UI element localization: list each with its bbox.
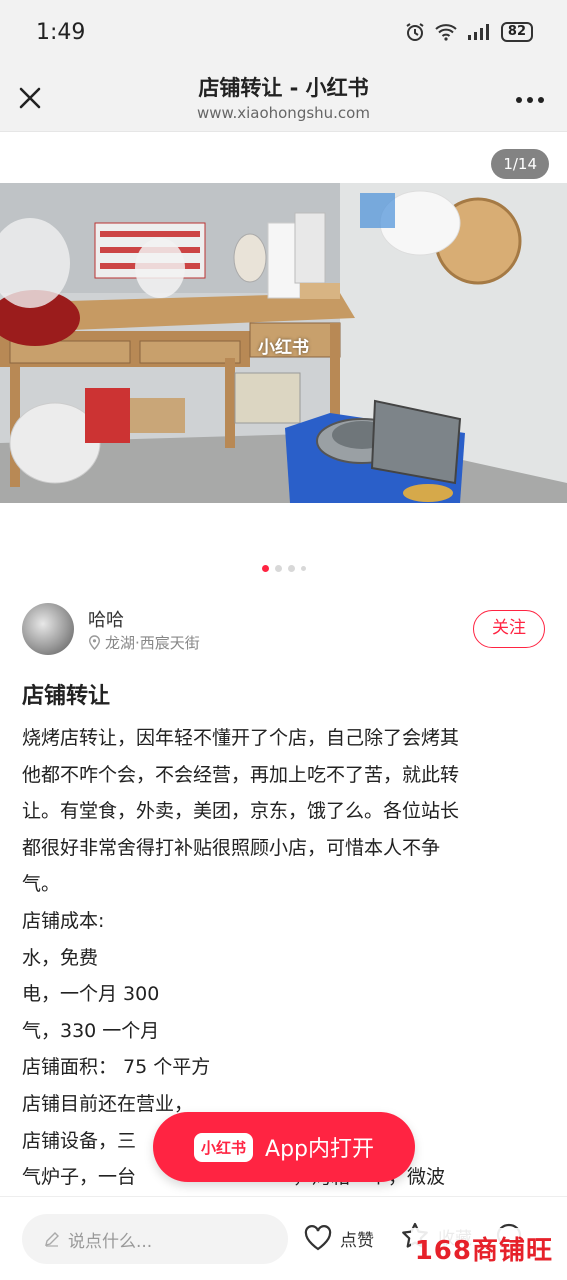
pencil-icon — [45, 1232, 59, 1247]
site-watermark: 168商铺旺 — [410, 1228, 557, 1269]
note-line: 烧烤店转让，因年轻不懂开了个店，自己除了会烤其 — [22, 727, 460, 749]
follow-button[interactable]: 关注 — [473, 610, 545, 648]
location-pin-icon — [88, 635, 101, 650]
open-in-app-label: App内打开 — [265, 1137, 374, 1162]
carousel-dot — [274, 565, 282, 572]
note-line: 气，330 一个月 — [22, 1019, 160, 1042]
wifi-icon — [435, 24, 457, 41]
comment-placeholder: 说点什么... — [68, 1231, 153, 1252]
carousel-dot — [287, 565, 295, 572]
image-carousel[interactable]: 1/14 小红书 — [0, 133, 567, 588]
nav-bar: 店铺转让 - 小红书 www.xiaohongshu.com — [0, 66, 567, 132]
note-line: 都很好非常舍得打补贴很照顾小店，可惜本人不争 — [22, 836, 441, 859]
note-line: 店铺面积： 75 个平方 — [22, 1056, 211, 1079]
open-in-app-button[interactable]: 小红书 App内打开 — [153, 1112, 415, 1182]
location-text: 龙湖·西宸天街 — [105, 634, 200, 652]
alarm-icon — [406, 23, 424, 41]
page-title: 店铺转让 - 小红书 — [198, 76, 369, 100]
status-icons: 82 — [405, 22, 533, 42]
image-counter: 1/14 — [491, 149, 549, 179]
note-line: 电，一个月 300 — [22, 983, 160, 1006]
battery-icon: 82 — [500, 22, 533, 42]
carousel-dot-active — [261, 565, 269, 572]
author-row: 哈哈 龙湖·西宸天街 关注 — [0, 600, 567, 662]
note-title: 店铺转让 — [22, 684, 111, 709]
author-name[interactable]: 哈哈 — [88, 606, 124, 632]
heart-icon — [304, 1225, 332, 1251]
xiaohongshu-logo: 小红书 — [194, 1132, 254, 1162]
like-label: 点赞 — [340, 1230, 374, 1251]
comment-input[interactable]: 说点什么... — [22, 1214, 288, 1264]
author-location: 龙湖·西宸天街 — [88, 632, 200, 653]
note-line: 让。有堂食，外卖，美团，京东，饿了么。各位站长 — [22, 800, 460, 823]
avatar[interactable] — [22, 603, 74, 655]
carousel-dot — [300, 566, 306, 571]
page-url: www.xiaohongshu.com — [197, 104, 370, 122]
note-line: 店铺成本: — [22, 909, 105, 932]
more-icon[interactable] — [515, 90, 545, 110]
signal-icon — [467, 24, 489, 40]
note-line: 气。 — [22, 873, 61, 896]
carousel-dots — [0, 565, 567, 572]
note-line: 他都不咋个会，不会经营，再加上吃不了苦，就此转 — [22, 763, 460, 786]
status-bar: 1:49 82 — [0, 0, 567, 66]
note-line: 水，免费 — [22, 946, 99, 969]
status-time: 1:49 — [36, 20, 86, 45]
image-watermark: 小红书 — [258, 338, 309, 358]
like-button[interactable]: 点赞 — [304, 1225, 374, 1251]
